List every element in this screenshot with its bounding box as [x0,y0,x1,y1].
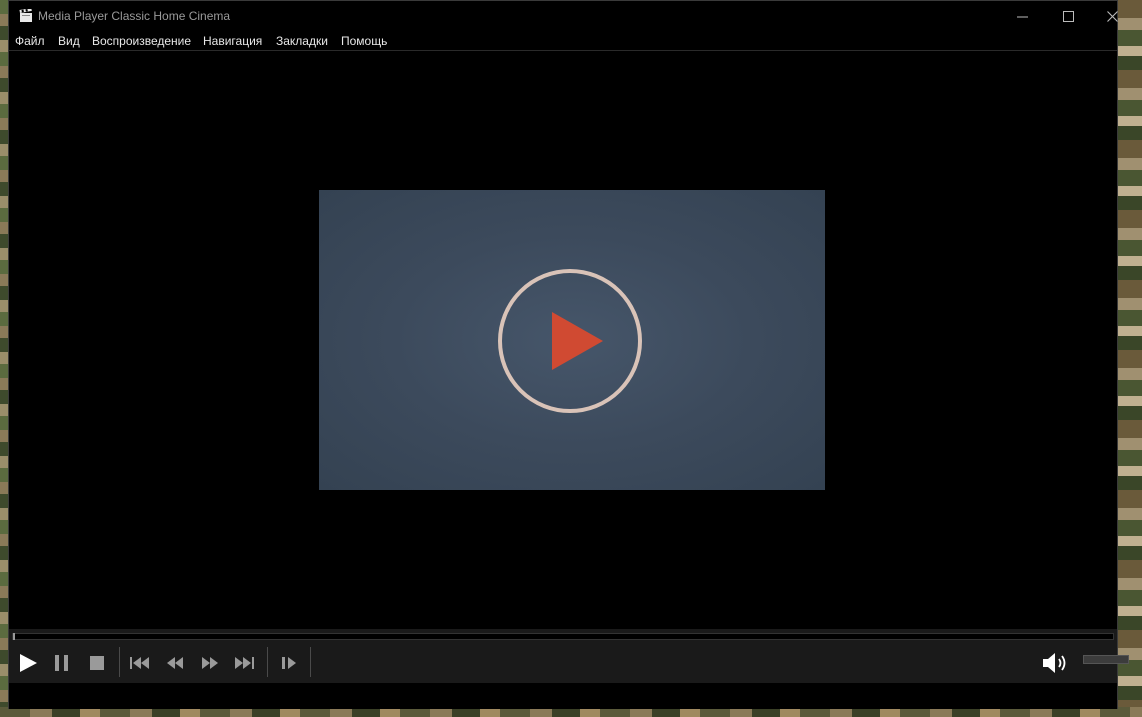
close-icon [1106,11,1118,22]
fast-forward-icon [202,657,218,669]
video-area[interactable] [9,52,1117,629]
menu-playback[interactable]: Воспроизведение [92,34,191,48]
volume-button[interactable] [1039,649,1071,677]
close-button[interactable] [1089,1,1135,32]
status-bar [9,683,1117,709]
play-logo-icon [498,269,642,413]
menu-help[interactable]: Помощь [341,34,387,48]
volume-slider[interactable] [1083,655,1129,664]
maximize-icon [1062,11,1074,22]
video-placeholder[interactable] [319,190,825,490]
frame-step-button[interactable] [276,649,302,677]
volume-level [1084,656,1128,663]
stop-button[interactable] [85,649,109,677]
maximize-button[interactable] [1045,1,1091,32]
app-icon [19,9,32,22]
minimize-button[interactable] [999,1,1045,32]
player-window: Media Player Classic Home Cinema Файл Ви… [8,0,1129,709]
desktop-background-right [1118,0,1142,717]
control-separator [267,647,268,677]
stop-icon [90,656,104,670]
menu-file[interactable]: Файл [15,34,45,48]
rewind-button[interactable] [162,649,188,677]
rewind-icon [167,657,183,669]
play-icon [20,654,37,672]
volume-icon [1043,653,1066,673]
menu-navigation[interactable]: Навигация [203,34,262,48]
previous-icon [130,657,149,669]
next-icon [235,657,254,669]
minimize-icon [1016,16,1028,18]
frame-step-icon [282,657,296,669]
next-button[interactable] [231,649,257,677]
control-bar [9,643,1129,683]
control-separator [119,647,120,677]
seek-bar[interactable] [12,633,1114,640]
control-separator [310,647,311,677]
menu-bar: Файл Вид Воспроизведение Навигация Закла… [9,32,1117,51]
fast-forward-button[interactable] [197,649,223,677]
title-bar[interactable]: Media Player Classic Home Cinema [9,1,1118,32]
seek-thumb[interactable] [13,633,15,640]
menu-bookmarks[interactable]: Закладки [276,34,328,48]
pause-button[interactable] [50,649,74,677]
pause-icon [55,655,68,671]
menu-view[interactable]: Вид [58,34,80,48]
desktop-background-left [0,0,8,717]
seek-bar-area [9,629,1117,643]
previous-button[interactable] [127,649,153,677]
play-button[interactable] [15,649,41,677]
window-title: Media Player Classic Home Cinema [38,9,231,23]
